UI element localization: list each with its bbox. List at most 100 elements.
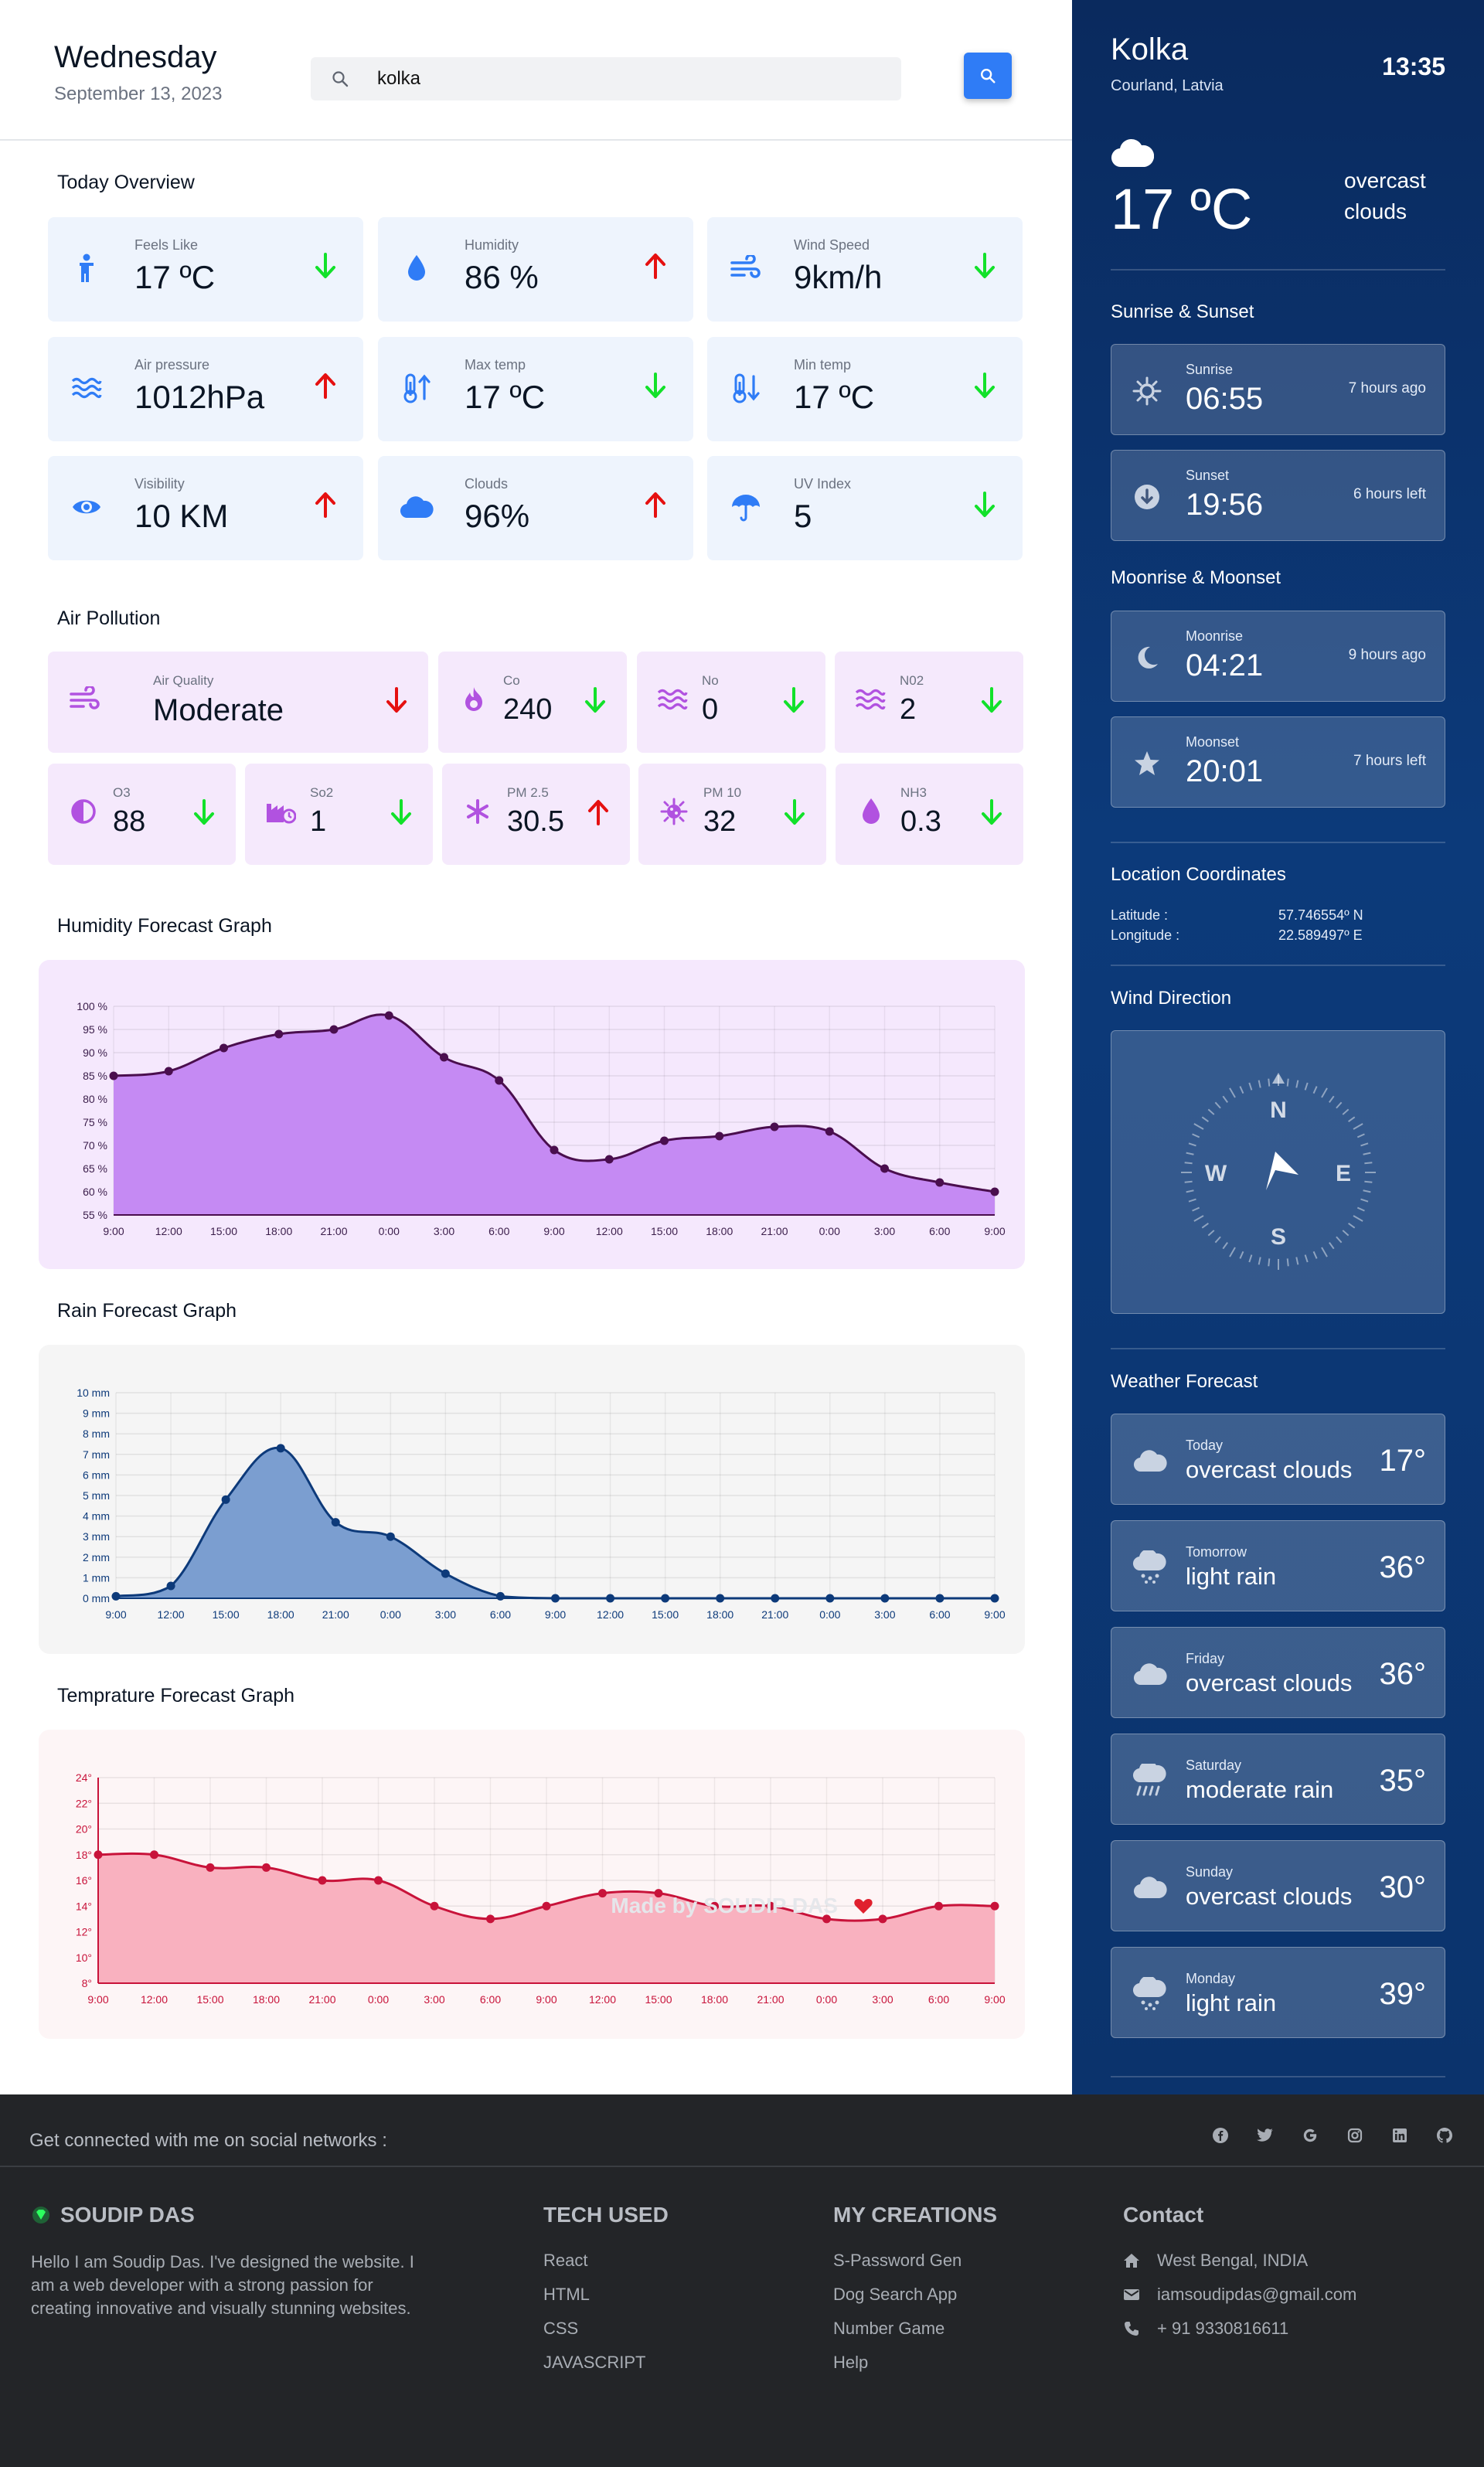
y-tick-label: 85 % xyxy=(83,1070,107,1082)
overview-card: Max temp 17 ºC xyxy=(378,337,693,441)
compass-south: S xyxy=(1271,1224,1286,1250)
x-tick-label: 12:00 xyxy=(597,1608,624,1621)
data-point xyxy=(770,1122,779,1131)
arrow-down-icon xyxy=(782,687,805,717)
x-tick-label: 9:00 xyxy=(105,1608,126,1621)
x-tick-label: 6:00 xyxy=(488,1225,509,1237)
arrow-up-icon xyxy=(587,799,610,829)
data-point xyxy=(935,1178,945,1187)
google-icon[interactable] xyxy=(1300,2125,1320,2145)
x-tick-label: 18:00 xyxy=(265,1225,292,1237)
sunset-label: Sunset xyxy=(1186,468,1230,483)
compass-tick xyxy=(1192,1133,1200,1138)
x-tick-label: 15:00 xyxy=(196,1993,223,2006)
compass-tick xyxy=(1348,1116,1356,1122)
footer-about: SOUDIP DAS Hello I am Soudip Das. I've d… xyxy=(31,2203,433,2320)
pollution-card: No 0 xyxy=(637,652,825,753)
data-point xyxy=(221,1495,230,1504)
y-tick-label: 6 mm xyxy=(83,1468,110,1481)
creation-link[interactable]: Dog Search App xyxy=(833,2285,997,2305)
creation-link[interactable]: Help xyxy=(833,2353,997,2373)
y-tick-label: 75 % xyxy=(83,1116,107,1128)
sunset-icon xyxy=(1130,480,1164,514)
data-point xyxy=(716,1594,725,1603)
forecast-description: light rain xyxy=(1186,1989,1277,2016)
data-point xyxy=(551,1594,560,1603)
y-tick-label: 10 mm xyxy=(77,1387,110,1399)
search-input[interactable] xyxy=(377,63,872,94)
x-tick-label: 6:00 xyxy=(929,1225,950,1237)
x-tick-label: 3:00 xyxy=(874,1225,895,1237)
x-tick-label: 21:00 xyxy=(308,1993,335,2006)
x-tick-label: 18:00 xyxy=(706,1225,733,1237)
city-name: Kolka xyxy=(1111,32,1189,66)
y-tick-label: 1 mm xyxy=(83,1571,110,1584)
data-point xyxy=(880,1164,889,1173)
overview-card: UV Index 5 xyxy=(707,456,1023,560)
current-temperature: 17 ºC xyxy=(1111,177,1253,241)
compass-tick xyxy=(1295,1080,1299,1088)
data-point xyxy=(262,1863,271,1872)
tech-link[interactable]: HTML xyxy=(543,2285,669,2305)
linkedin-icon[interactable] xyxy=(1390,2125,1410,2145)
made-by-text: Made by SOUDIP DAS xyxy=(611,1894,838,1917)
forecast-day: Sunday xyxy=(1186,1864,1234,1880)
x-tick-label: 3:00 xyxy=(424,1993,444,2006)
overview-card-value: 17 ºC xyxy=(134,259,216,295)
moonrise-label: Moonrise xyxy=(1186,628,1244,644)
pollution-card-value: 30.5 xyxy=(507,805,564,838)
compass-tick xyxy=(1363,1152,1371,1155)
data-point xyxy=(206,1863,215,1872)
tech-link[interactable]: CSS xyxy=(543,2319,669,2339)
data-point xyxy=(825,1594,835,1603)
x-tick-label: 15:00 xyxy=(213,1608,240,1621)
wind-arrow-icon xyxy=(1266,1152,1298,1190)
footer-creations: MY CREATIONS S-Password Gen Dog Search A… xyxy=(833,2203,997,2387)
compass-west: W xyxy=(1205,1161,1227,1186)
current-date: September 13, 2023 xyxy=(54,83,223,104)
coordinates-title: Location Coordinates xyxy=(1111,864,1286,885)
search-button[interactable] xyxy=(964,53,1012,99)
overview-card-value: 86 % xyxy=(465,259,539,295)
creation-link[interactable]: S-Password Gen xyxy=(833,2251,997,2271)
overview-card: Visibility 10 KM xyxy=(48,456,363,560)
creation-link[interactable]: Number Game xyxy=(833,2319,997,2339)
data-point xyxy=(111,1591,121,1601)
compass-tick xyxy=(1336,1236,1343,1244)
sidebar: Kolka Courland, Latvia 13:35 17 ºC overc… xyxy=(1072,0,1484,2094)
compass-tick xyxy=(1248,1254,1253,1263)
instagram-icon[interactable] xyxy=(1345,2125,1365,2145)
overview-card: Min temp 17 ºC xyxy=(707,337,1023,441)
sunset-time: 19:56 xyxy=(1186,488,1264,522)
contact-email[interactable]: iamsoudipdas@gmail.com xyxy=(1157,2285,1356,2305)
search-box[interactable] xyxy=(311,57,901,100)
tech-link[interactable]: React xyxy=(543,2251,669,2271)
compass-tick xyxy=(1304,1254,1309,1263)
data-point xyxy=(880,1594,890,1603)
overview-card-value: 5 xyxy=(794,498,812,534)
moonset-time: 20:01 xyxy=(1186,754,1264,788)
overview-card-label: Clouds xyxy=(465,476,509,492)
tech-link[interactable]: JAVASCRIPT xyxy=(543,2353,669,2373)
y-tick-label: 90 % xyxy=(83,1046,107,1059)
pollution-card-label: Air Quality xyxy=(153,673,214,688)
social-links xyxy=(1210,2125,1455,2145)
moonrise-card: Moonrise 04:21 9 hours ago xyxy=(1111,611,1445,702)
compass-tick xyxy=(1239,1086,1244,1094)
facebook-icon[interactable] xyxy=(1210,2125,1230,2145)
forecast-day: Friday xyxy=(1186,1651,1225,1666)
twitter-icon[interactable] xyxy=(1255,2125,1275,2145)
search-icon xyxy=(332,71,349,87)
x-tick-label: 12:00 xyxy=(596,1225,623,1237)
overview-card-label: Min temp xyxy=(794,357,852,373)
pollution-card-label: So2 xyxy=(310,785,334,800)
brand-name: SOUDIP DAS xyxy=(60,2203,195,2227)
pollution-card-label: NH3 xyxy=(900,785,928,800)
data-point xyxy=(374,1876,383,1885)
x-tick-label: 0:00 xyxy=(368,1993,389,2006)
pollution-card-label: O3 xyxy=(113,785,131,800)
heart-icon xyxy=(854,1899,873,1914)
pollution-card-value: 2 xyxy=(900,693,917,726)
github-icon[interactable] xyxy=(1435,2125,1455,2145)
main-panel: Wednesday September 13, 2023 Today Overv… xyxy=(0,0,1072,2094)
